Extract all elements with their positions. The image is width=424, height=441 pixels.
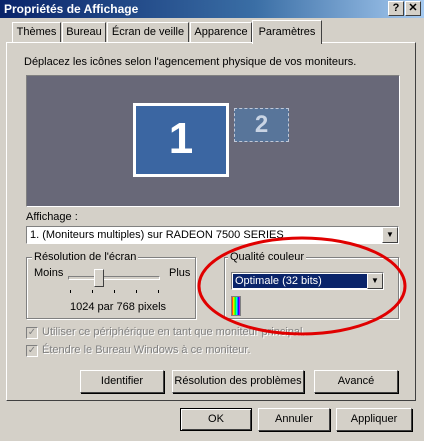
chevron-down-icon: ▼ bbox=[386, 230, 394, 239]
resolution-slider-thumb[interactable] bbox=[94, 269, 104, 287]
color-spectrum-icon bbox=[231, 296, 241, 316]
tab-bureau[interactable]: Bureau bbox=[62, 22, 106, 42]
resolution-less-label: Moins bbox=[34, 267, 64, 279]
identify-button[interactable]: Identifier bbox=[80, 370, 164, 393]
help-button[interactable]: ? bbox=[388, 1, 404, 16]
display-label: Affichage : bbox=[26, 211, 78, 223]
tab-apparence[interactable]: Apparence bbox=[190, 22, 252, 42]
monitor-2[interactable]: 2 bbox=[234, 108, 289, 142]
resolution-value: 1024 par 768 pixels bbox=[70, 301, 167, 313]
tab-parametres[interactable]: Paramètres bbox=[252, 20, 322, 44]
monitor-1[interactable]: 1 bbox=[133, 103, 229, 177]
close-button[interactable]: ✕ bbox=[405, 1, 421, 16]
apply-button[interactable]: Appliquer bbox=[336, 408, 412, 431]
troubleshoot-button[interactable]: Résolution des problèmes bbox=[172, 370, 304, 393]
color-quality-dropdown-button[interactable]: ▼ bbox=[367, 273, 383, 289]
primary-monitor-checkbox[interactable]: ✓ bbox=[26, 327, 38, 339]
window-titlebar: Propriétés de Affichage bbox=[0, 0, 424, 18]
cancel-button[interactable]: Annuler bbox=[258, 408, 330, 431]
resolution-group-title: Résolution de l'écran bbox=[32, 251, 139, 263]
display-dropdown-button[interactable]: ▼ bbox=[382, 227, 398, 243]
window-title: Propriétés de Affichage bbox=[4, 2, 139, 16]
resolution-slider-track[interactable] bbox=[68, 276, 160, 280]
resolution-slider-ticks bbox=[70, 290, 160, 293]
tab-ecran-de-veille[interactable]: Écran de veille bbox=[107, 22, 189, 42]
extend-desktop-label: Étendre le Bureau Windows à ce moniteur. bbox=[42, 344, 251, 356]
color-quality-value: Optimale (32 bits) bbox=[233, 274, 382, 288]
color-quality-group-title: Qualité couleur bbox=[228, 251, 306, 263]
ok-button[interactable]: OK bbox=[180, 408, 252, 431]
tab-themes[interactable]: Thèmes bbox=[12, 22, 61, 42]
chevron-down-icon: ▼ bbox=[371, 276, 379, 285]
extend-desktop-checkbox[interactable]: ✓ bbox=[26, 345, 38, 357]
color-quality-select[interactable]: Optimale (32 bits) bbox=[231, 272, 384, 290]
display-select-value: 1. (Moniteurs multiples) sur RADEON 7500… bbox=[30, 229, 284, 241]
instruction-text: Déplacez les icônes selon l'agencement p… bbox=[24, 56, 357, 68]
advanced-button[interactable]: Avancé bbox=[314, 370, 398, 393]
close-icon: ✕ bbox=[408, 2, 418, 14]
primary-monitor-label: Utiliser ce périphérique en tant que mon… bbox=[42, 326, 306, 338]
display-select[interactable]: 1. (Moniteurs multiples) sur RADEON 7500… bbox=[26, 226, 399, 244]
resolution-more-label: Plus bbox=[169, 267, 191, 279]
